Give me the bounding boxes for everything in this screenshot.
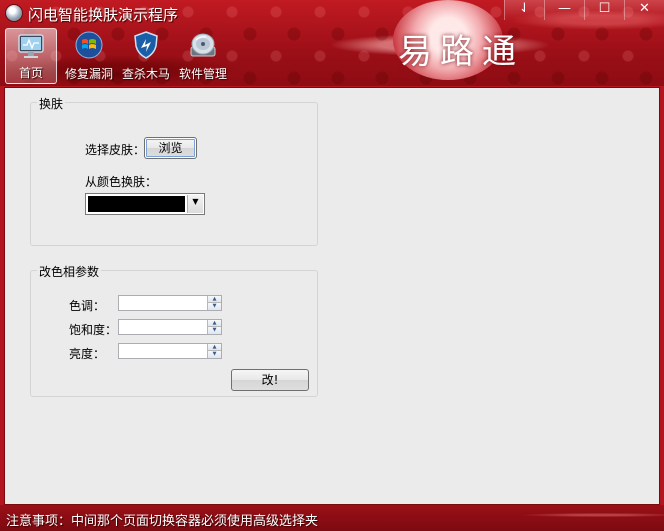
nav-label-repair: 修复漏洞 <box>64 67 113 81</box>
nav-item-scan[interactable]: 查杀木马 <box>119 28 173 84</box>
color-skin-label: 从颜色换肤： <box>85 175 158 189</box>
shield-icon <box>134 31 158 59</box>
hue-increment-icon[interactable]: ▲ <box>207 296 221 303</box>
select-skin-label: 选择皮肤： <box>85 143 146 157</box>
brightness-spinbox[interactable]: ▲ ▼ <box>118 343 222 359</box>
saturation-decrement-icon[interactable]: ▼ <box>207 327 221 334</box>
chevron-down-icon[interactable]: ▼ <box>187 195 203 213</box>
color-swatch <box>88 196 185 212</box>
browse-button-label: 浏览 <box>158 141 183 155</box>
saturation-increment-icon[interactable]: ▲ <box>207 320 221 327</box>
close-button[interactable]: ✕ <box>624 0 664 20</box>
saturation-spin-buttons: ▲ ▼ <box>207 320 221 334</box>
nav-item-home[interactable]: 首页 <box>5 28 57 84</box>
hue-params-group: 改色相参数 色调： ▲ ▼ 饱和度： ▲ ▼ 亮度： ▲ ▼ 改! <box>30 263 318 397</box>
browse-button[interactable]: 浏览 <box>144 137 197 159</box>
nav-label-scan: 查杀木马 <box>121 67 170 81</box>
brightness-increment-icon[interactable]: ▲ <box>207 344 221 351</box>
saturation-label: 饱和度： <box>69 323 118 337</box>
hue-params-group-title: 改色相参数 <box>37 263 102 280</box>
window-controls: ⇃ — ☐ ✕ <box>504 0 664 22</box>
brightness-decrement-icon[interactable]: ▼ <box>207 351 221 358</box>
main-content-panel: 换肤 选择皮肤： 浏览 从颜色换肤： ▼ 改色相参数 色调： ▲ ▼ 饱和度： … <box>4 87 660 505</box>
minimize-button[interactable]: — <box>544 0 584 20</box>
header-banner: 闪电智能换肤演示程序 易路通 ⇃ — ☐ ✕ 首页 修复漏洞 查杀木马 软件管理 <box>0 0 664 86</box>
hue-spinbox[interactable]: ▲ ▼ <box>118 295 222 311</box>
nav-item-repair[interactable]: 修复漏洞 <box>62 28 116 84</box>
monitor-icon <box>18 34 44 58</box>
apply-hue-button[interactable]: 改! <box>231 369 309 391</box>
skin-menu-button[interactable]: ⇃ <box>504 0 544 20</box>
skin-group: 换肤 选择皮肤： 浏览 从颜色换肤： ▼ <box>30 95 318 246</box>
color-select[interactable]: ▼ <box>85 193 205 215</box>
app-icon <box>5 4 23 22</box>
disc-icon <box>190 33 216 57</box>
windows-logo-icon <box>75 31 103 59</box>
logo-text: 易路通 <box>398 32 524 72</box>
brightness-input[interactable] <box>121 345 203 357</box>
nav-item-software[interactable]: 软件管理 <box>176 28 230 84</box>
status-bar: 注意事项：中间那个页面切换容器必须使用高级选择夹 <box>0 505 664 531</box>
skin-group-title: 换肤 <box>37 95 66 112</box>
nav-label-software: 软件管理 <box>178 67 227 81</box>
hue-input[interactable] <box>121 297 203 309</box>
saturation-input[interactable] <box>121 321 203 333</box>
nav-label-home: 首页 <box>18 66 43 80</box>
brightness-spin-buttons: ▲ ▼ <box>207 344 221 358</box>
maximize-button[interactable]: ☐ <box>584 0 624 20</box>
saturation-spinbox[interactable]: ▲ ▼ <box>118 319 222 335</box>
window-title: 闪电智能换肤演示程序 <box>28 6 179 24</box>
status-text: 注意事项：中间那个页面切换容器必须使用高级选择夹 <box>6 514 319 529</box>
apply-hue-button-label: 改! <box>261 373 279 387</box>
hue-label: 色调： <box>69 299 106 313</box>
hue-decrement-icon[interactable]: ▼ <box>207 303 221 310</box>
app-window: 闪电智能换肤演示程序 易路通 ⇃ — ☐ ✕ 首页 修复漏洞 查杀木马 软件管理… <box>0 0 664 531</box>
brightness-label: 亮度： <box>69 347 106 361</box>
hue-spin-buttons: ▲ ▼ <box>207 296 221 310</box>
